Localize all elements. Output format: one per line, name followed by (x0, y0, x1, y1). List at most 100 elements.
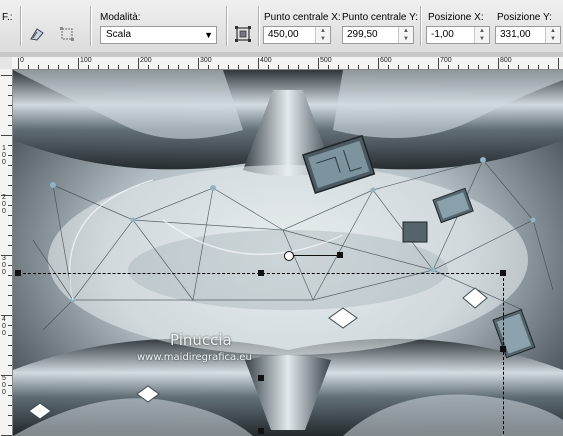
ruler-tick (218, 65, 219, 69)
ruler-tick (1, 135, 12, 136)
ruler-tick (268, 65, 269, 69)
ruler-tick (8, 185, 12, 186)
mode-select-value: Scala (106, 29, 132, 40)
truncated-label: F.: (2, 12, 13, 23)
center-transform-button[interactable] (232, 24, 254, 44)
ruler-tick (458, 65, 459, 69)
transform-handle-top-middle[interactable] (258, 270, 264, 276)
transform-handle-mid[interactable] (258, 375, 264, 381)
ruler-tick (8, 395, 12, 396)
ruler-tick (338, 65, 339, 69)
spinner-arrows-icon[interactable]: ▲ ▼ (474, 27, 489, 43)
ruler-tick (8, 245, 12, 246)
ruler-tick (128, 65, 129, 69)
ruler-label: 5 0 0 (2, 375, 6, 396)
ruler-label: 500 (320, 57, 332, 64)
spinner-arrows-icon[interactable]: ▲ ▼ (545, 27, 560, 43)
center-x-label: Punto centrale X: (264, 12, 341, 23)
tool-options-bar: F.: Modalità: Scala ▼ Punto centrale X: … (0, 0, 563, 53)
ruler-tick (8, 355, 12, 356)
position-x-value: -1,00 (431, 29, 454, 40)
ruler-tick (178, 65, 179, 69)
ruler-tick (278, 65, 279, 69)
transform-handle-top-left[interactable] (15, 270, 21, 276)
ruler-tick (8, 155, 12, 156)
transform-handle-middle-right[interactable] (500, 346, 506, 352)
ruler-tick (488, 65, 489, 69)
watermark-url: www.maidiregrafica.eu (137, 352, 252, 363)
separator (420, 6, 422, 46)
selection-marquee[interactable] (18, 273, 504, 434)
chevron-down-icon: ▼ (204, 30, 213, 40)
position-y-label: Posizione Y: (497, 12, 552, 23)
ruler-tick (438, 58, 439, 69)
separator (90, 6, 92, 46)
ruler-tick (8, 115, 12, 116)
ruler-tick (1, 375, 12, 376)
ruler-tick (8, 205, 12, 206)
ruler-tick (558, 58, 559, 69)
ruler-tick (8, 335, 12, 336)
ruler-tick (298, 65, 299, 69)
separator (258, 6, 260, 46)
ruler-label: 700 (440, 57, 452, 64)
ruler-tick (188, 65, 189, 69)
ruler-tick (468, 65, 469, 69)
ruler-label: 2 0 0 (2, 194, 6, 215)
ruler-tick (428, 65, 429, 69)
position-y-input[interactable]: 331,00 ▲ ▼ (495, 26, 561, 44)
image-canvas[interactable]: Pinuccia www.maidiregrafica.eu (13, 70, 563, 436)
ruler-tick (1, 195, 12, 196)
ruler-tick (8, 175, 12, 176)
ruler-tick (78, 58, 79, 69)
ruler-tick (8, 415, 12, 416)
ruler-label: 200 (140, 57, 152, 64)
ruler-label: 4 0 0 (2, 316, 6, 337)
position-x-input[interactable]: -1,00 ▲ ▼ (426, 26, 490, 44)
ruler-label: 800 (500, 57, 512, 64)
spinner-arrows-icon[interactable]: ▲ ▼ (315, 27, 330, 43)
rotation-handle[interactable] (337, 252, 343, 258)
ruler-tick (48, 65, 49, 69)
ruler-tick (8, 385, 12, 386)
separator (20, 6, 22, 46)
ruler-tick (158, 65, 159, 69)
ruler-tick (478, 65, 479, 69)
ruler-tick (18, 58, 19, 69)
ruler-tick (508, 65, 509, 69)
ruler-label: 400 (260, 57, 272, 64)
position-y-value: 331,00 (500, 29, 531, 40)
ruler-tick (8, 95, 12, 96)
rotation-arm (293, 255, 339, 256)
center-x-value: 450,00 (268, 29, 299, 40)
ruler-tick (138, 58, 139, 69)
center-y-label: Punto centrale Y: (342, 12, 418, 23)
ruler-tick (378, 58, 379, 69)
transform-handle-bottom-middle[interactable] (258, 428, 264, 434)
ruler-tick (8, 105, 12, 106)
ruler-tick (8, 365, 12, 366)
ruler-tick (8, 215, 12, 216)
free-transform-icon (60, 27, 74, 41)
ruler-tick (168, 65, 169, 69)
ruler-tick (368, 65, 369, 69)
ruler-label: 0 (20, 57, 24, 64)
pick-tool-icon (30, 28, 44, 41)
ruler-tick (208, 65, 209, 69)
center-y-input[interactable]: 299,50 ▲ ▼ (342, 26, 414, 44)
ruler-tick (538, 65, 539, 69)
ruler-tick (328, 65, 329, 69)
ruler-tick (8, 345, 12, 346)
center-x-input[interactable]: 450,00 ▲ ▼ (263, 26, 331, 44)
free-transform-button[interactable] (56, 24, 78, 44)
ruler-tick (8, 325, 12, 326)
vertical-ruler: 1 0 0 2 0 0 3 0 0 4 0 0 5 0 0 (0, 69, 13, 436)
spinner-arrows-icon[interactable]: ▲ ▼ (398, 27, 413, 43)
transform-handle-top-right[interactable] (500, 270, 506, 276)
mode-select[interactable]: Scala ▼ (100, 26, 217, 44)
ruler-tick (38, 65, 39, 69)
ruler-tick (108, 65, 109, 69)
mode-label: Modalità: (100, 12, 141, 23)
rotation-pivot-handle[interactable] (284, 251, 294, 261)
pick-tool-button[interactable] (26, 24, 48, 44)
